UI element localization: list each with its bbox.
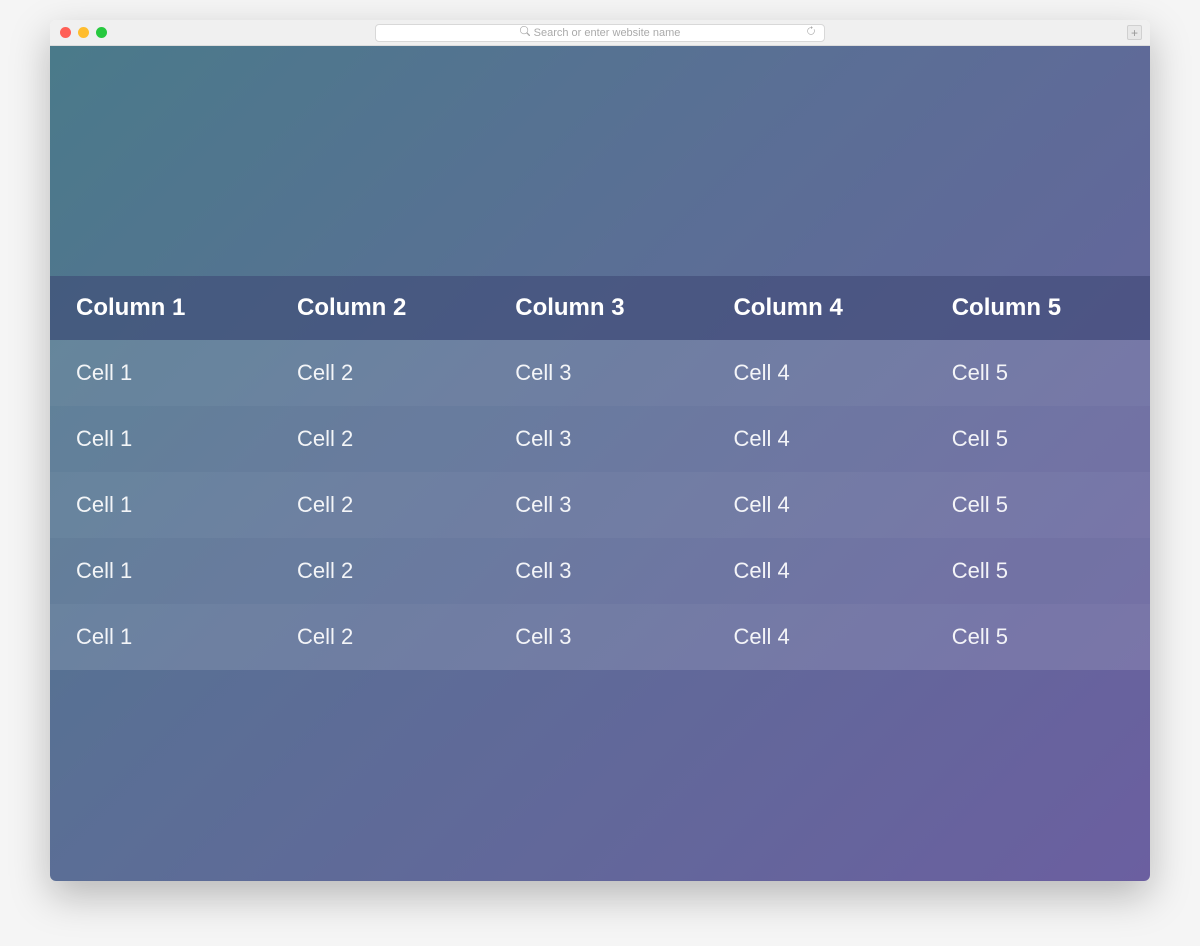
table-cell: Cell 1 (50, 406, 277, 472)
table-header-row: Column 1 Column 2 Column 3 Column 4 Colu… (50, 276, 1150, 340)
table-cell: Cell 5 (932, 472, 1150, 538)
table-cell: Cell 5 (932, 340, 1150, 406)
table-cell: Cell 1 (50, 472, 277, 538)
maximize-window-button[interactable] (96, 27, 107, 38)
window-controls (60, 27, 107, 38)
table-row: Cell 1 Cell 2 Cell 3 Cell 4 Cell 5 (50, 538, 1150, 604)
table-cell: Cell 3 (495, 538, 713, 604)
column-header: Column 5 (932, 276, 1150, 340)
page-viewport: Column 1 Column 2 Column 3 Column 4 Colu… (50, 46, 1150, 881)
url-placeholder: Search or enter website name (534, 27, 681, 39)
table-cell: Cell 4 (713, 472, 931, 538)
table-cell: Cell 1 (50, 340, 277, 406)
data-table: Column 1 Column 2 Column 3 Column 4 Colu… (50, 276, 1150, 670)
table-cell: Cell 1 (50, 604, 277, 670)
table-cell: Cell 4 (713, 604, 931, 670)
table-cell: Cell 4 (713, 340, 931, 406)
table-cell: Cell 5 (932, 538, 1150, 604)
table-row: Cell 1 Cell 2 Cell 3 Cell 4 Cell 5 (50, 406, 1150, 472)
close-window-button[interactable] (60, 27, 71, 38)
browser-window: Search or enter website name + Column 1 … (50, 20, 1150, 881)
table-cell: Cell 2 (277, 604, 495, 670)
table-cell: Cell 3 (495, 472, 713, 538)
new-tab-button[interactable]: + (1127, 25, 1142, 40)
column-header: Column 2 (277, 276, 495, 340)
reload-icon[interactable] (806, 26, 816, 39)
column-header: Column 1 (50, 276, 277, 340)
table-row: Cell 1 Cell 2 Cell 3 Cell 4 Cell 5 (50, 340, 1150, 406)
column-header: Column 4 (713, 276, 931, 340)
plus-icon: + (1131, 27, 1138, 39)
table-cell: Cell 3 (495, 340, 713, 406)
url-bar[interactable]: Search or enter website name (375, 24, 825, 42)
table-cell: Cell 5 (932, 406, 1150, 472)
table-cell: Cell 4 (713, 406, 931, 472)
table-row: Cell 1 Cell 2 Cell 3 Cell 4 Cell 5 (50, 472, 1150, 538)
table-cell: Cell 2 (277, 538, 495, 604)
table-cell: Cell 4 (713, 538, 931, 604)
column-header: Column 3 (495, 276, 713, 340)
table-cell: Cell 2 (277, 406, 495, 472)
table-cell: Cell 3 (495, 406, 713, 472)
table-cell: Cell 2 (277, 340, 495, 406)
table-cell: Cell 1 (50, 538, 277, 604)
table-cell: Cell 3 (495, 604, 713, 670)
search-icon (520, 26, 530, 39)
table-cell: Cell 5 (932, 604, 1150, 670)
browser-chrome: Search or enter website name + (50, 20, 1150, 46)
table-row: Cell 1 Cell 2 Cell 3 Cell 4 Cell 5 (50, 604, 1150, 670)
table-cell: Cell 2 (277, 472, 495, 538)
minimize-window-button[interactable] (78, 27, 89, 38)
